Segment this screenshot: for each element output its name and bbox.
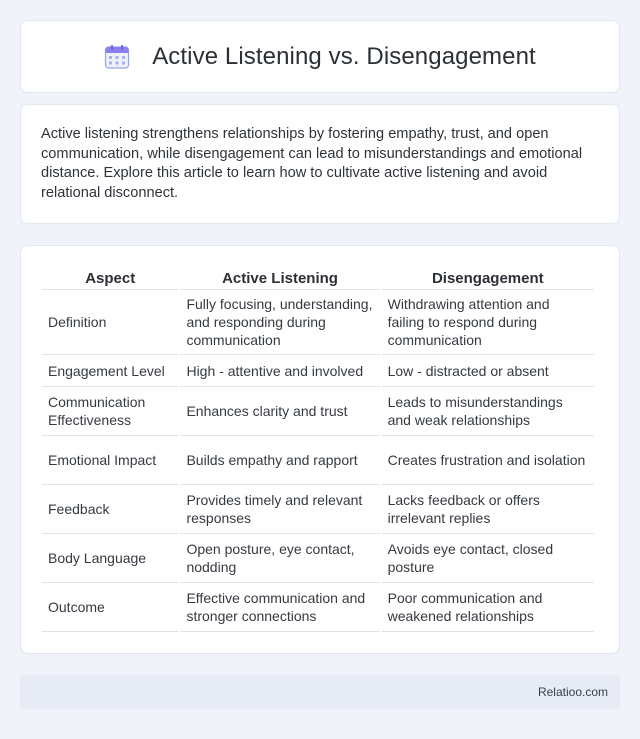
- header-active-listening: Active Listening: [180, 264, 380, 290]
- cell-aspect: Emotional Impact: [42, 436, 179, 485]
- title-card: Active Listening vs. Disengagement: [20, 20, 620, 93]
- cell-active: Effective communication and stronger con…: [180, 583, 380, 632]
- cell-aspect: Engagement Level: [42, 355, 179, 387]
- comparison-card: Aspect Active Listening Disengagement De…: [20, 245, 620, 654]
- table-header-row: Aspect Active Listening Disengagement: [42, 264, 594, 290]
- cell-aspect: Outcome: [42, 583, 179, 632]
- page-title: Active Listening vs. Disengagement: [152, 42, 536, 70]
- cell-aspect: Communication Effectiveness: [42, 387, 179, 436]
- cell-active: High - attentive and involved: [180, 355, 380, 387]
- cell-disengaged: Leads to misunderstandings and weak rela…: [381, 387, 594, 436]
- cell-aspect: Feedback: [42, 485, 179, 534]
- cell-disengaged: Withdrawing attention and failing to res…: [381, 290, 594, 355]
- table-row: Communication Effectiveness Enhances cla…: [42, 387, 594, 436]
- calendar-icon: [105, 44, 130, 69]
- cell-aspect: Definition: [42, 290, 179, 355]
- table-row: Feedback Provides timely and relevant re…: [42, 485, 594, 534]
- header-disengagement: Disengagement: [381, 264, 594, 290]
- comparison-table: Aspect Active Listening Disengagement De…: [40, 264, 596, 632]
- intro-text: Active listening strengthens relationshi…: [41, 126, 583, 201]
- table-row: Body Language Open posture, eye contact,…: [42, 534, 594, 583]
- cell-active: Fully focusing, understanding, and respo…: [180, 290, 380, 355]
- table-row: Definition Fully focusing, understanding…: [42, 290, 594, 355]
- cell-disengaged: Avoids eye contact, closed posture: [381, 534, 594, 583]
- footer-bar: Relatioo.com: [20, 675, 620, 709]
- cell-aspect: Body Language: [42, 534, 179, 583]
- intro-card: Active listening strengthens relationshi…: [20, 104, 620, 224]
- cell-disengaged: Poor communication and weakened relation…: [381, 583, 594, 632]
- cell-active: Open posture, eye contact, nodding: [180, 534, 380, 583]
- header-aspect: Aspect: [42, 264, 179, 290]
- cell-active: Provides timely and relevant responses: [180, 485, 380, 534]
- title-wrap: Active Listening vs. Disengagement: [104, 43, 536, 71]
- cell-disengaged: Low - distracted or absent: [381, 355, 594, 387]
- table-row: Outcome Effective communication and stro…: [42, 583, 594, 632]
- cell-disengaged: Creates frustration and isolation: [381, 436, 594, 485]
- cell-active: Builds empathy and rapport: [180, 436, 380, 485]
- cell-active: Enhances clarity and trust: [180, 387, 380, 436]
- table-row: Engagement Level High - attentive and in…: [42, 355, 594, 387]
- cell-disengaged: Lacks feedback or offers irrelevant repl…: [381, 485, 594, 534]
- footer-brand: Relatioo.com: [537, 685, 608, 699]
- table-row: Emotional Impact Builds empathy and rapp…: [42, 436, 594, 485]
